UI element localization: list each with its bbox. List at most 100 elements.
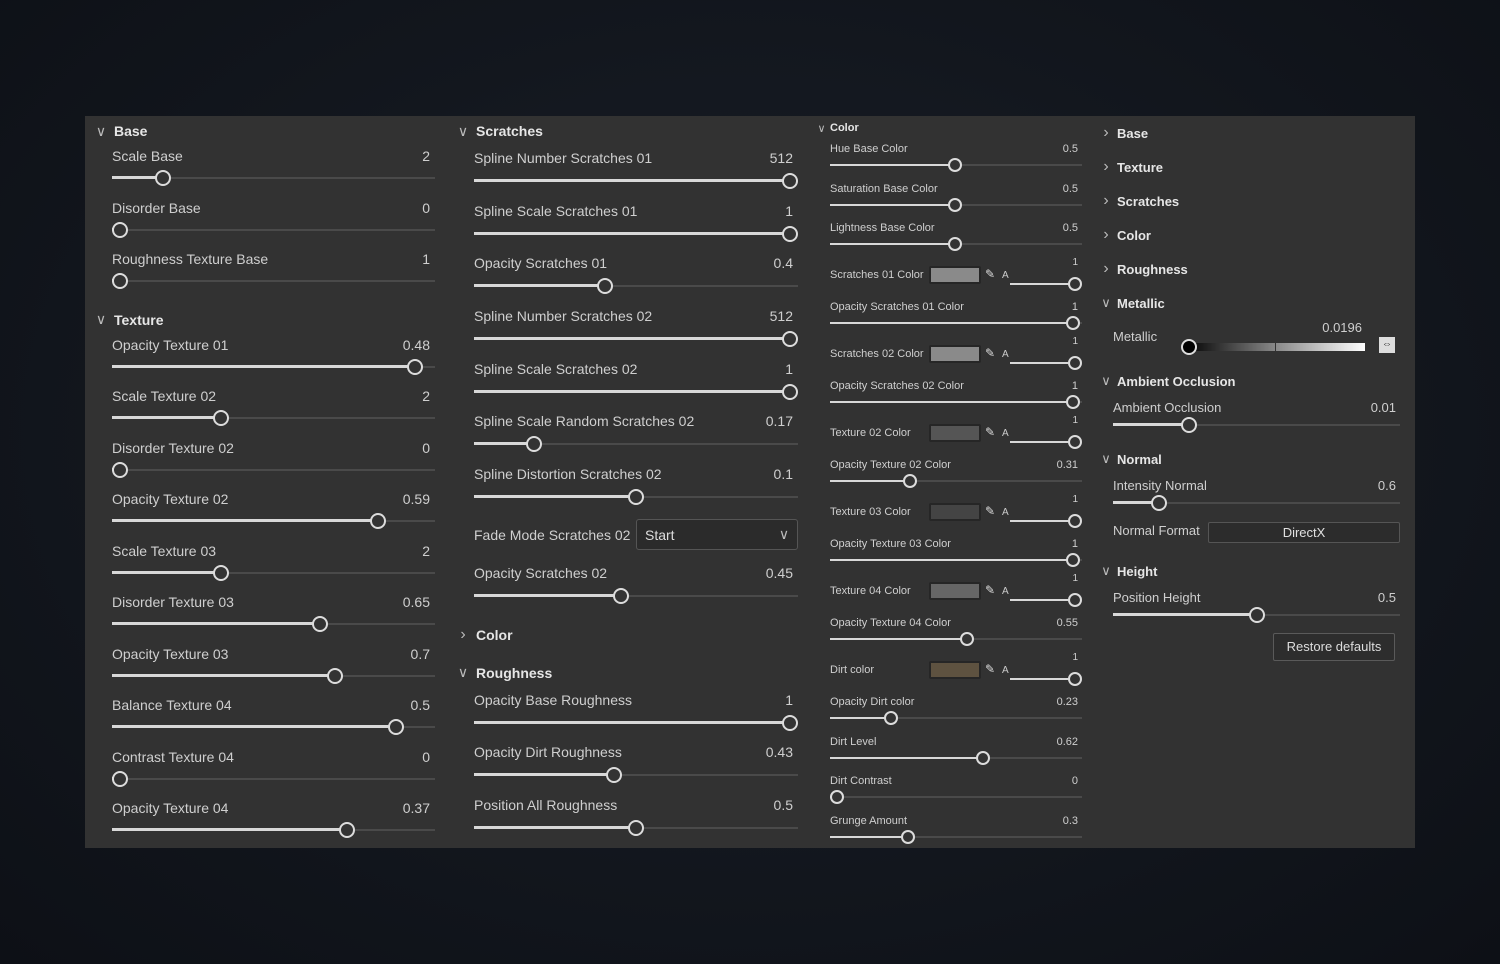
- slider-thumb[interactable]: [388, 719, 405, 735]
- chevron-down-icon[interactable]: ∨: [1099, 295, 1113, 311]
- eyedropper-icon[interactable]: ✎: [985, 346, 995, 360]
- scale-texture-03-slider[interactable]: [112, 564, 435, 581]
- eyedropper-icon[interactable]: ✎: [985, 583, 995, 597]
- slider-thumb[interactable]: [1068, 355, 1082, 370]
- opacity-texture-04-slider[interactable]: [112, 822, 435, 838]
- slider-thumb[interactable]: [1248, 607, 1265, 623]
- scratches-01-color-alpha-slider[interactable]: [1010, 276, 1082, 292]
- texture-02-color-swatch[interactable]: [929, 423, 981, 442]
- opacity-dirt-color-slider[interactable]: [830, 710, 1082, 726]
- slider-thumb[interactable]: [612, 587, 629, 604]
- scratches-02-color-alpha-slider[interactable]: [1010, 355, 1082, 371]
- chevron-down-icon[interactable]: ∨: [456, 123, 470, 140]
- slider-thumb[interactable]: [112, 273, 128, 289]
- lightness-base-color-slider[interactable]: [830, 236, 1082, 252]
- slider-thumb[interactable]: [903, 474, 918, 488]
- disorder-texture-03-slider[interactable]: [112, 616, 435, 632]
- slider-thumb[interactable]: [369, 513, 386, 529]
- contrast-texture-04-slider[interactable]: [112, 770, 435, 787]
- slider-thumb[interactable]: [112, 770, 128, 787]
- balance-texture-04-slider[interactable]: [112, 719, 435, 735]
- slider-thumb[interactable]: [628, 819, 644, 836]
- chevron-down-icon[interactable]: ∨: [94, 123, 108, 140]
- slider-thumb[interactable]: [782, 331, 798, 348]
- section-header-scratches[interactable]: › Scratches: [1097, 184, 1405, 218]
- section-header-ambient-occlusion[interactable]: ∨ Ambient Occlusion: [1097, 365, 1405, 397]
- chevron-down-icon[interactable]: ∨: [1099, 451, 1113, 467]
- texture-02-color-alpha-slider[interactable]: [1010, 434, 1082, 450]
- eyedropper-icon[interactable]: ✎: [985, 504, 995, 518]
- slider-thumb[interactable]: [1066, 553, 1080, 567]
- position-height-slider[interactable]: [1113, 607, 1400, 623]
- slider-thumb[interactable]: [948, 197, 962, 212]
- slider-thumb[interactable]: [406, 358, 423, 375]
- slider-thumb[interactable]: [948, 237, 962, 251]
- slider-thumb[interactable]: [326, 667, 343, 684]
- disorder-texture-02-slider[interactable]: [112, 461, 435, 478]
- texture-04-color-swatch[interactable]: [929, 581, 981, 600]
- slider-thumb[interactable]: [1066, 316, 1080, 330]
- chevron-down-icon[interactable]: ∨: [1099, 563, 1113, 579]
- section-header-height[interactable]: ∨ Height: [1097, 555, 1405, 587]
- scale-texture-02-slider[interactable]: [112, 410, 435, 426]
- texture-03-color-swatch[interactable]: [929, 502, 981, 521]
- swap-arrows-icon[interactable]: ⇔: [1379, 337, 1395, 353]
- slider-thumb[interactable]: [1180, 339, 1197, 355]
- slider-thumb[interactable]: [213, 410, 230, 426]
- slider-thumb[interactable]: [782, 714, 798, 731]
- opacity-texture-03-slider[interactable]: [112, 667, 435, 684]
- section-header-texture[interactable]: ∨ Texture: [93, 305, 438, 335]
- disorder-base-slider[interactable]: [112, 221, 435, 238]
- slider-thumb[interactable]: [628, 489, 644, 506]
- spline-distortion-scratches-02-slider[interactable]: [474, 489, 798, 506]
- section-header-color[interactable]: › Color: [1097, 218, 1405, 252]
- section-header-color[interactable]: ∨ Color: [815, 116, 1085, 140]
- eyedropper-icon[interactable]: ✎: [985, 662, 995, 676]
- opacity-texture-02-slider[interactable]: [112, 513, 435, 529]
- slider-thumb[interactable]: [948, 158, 962, 172]
- section-header-roughness[interactable]: › Roughness: [1097, 252, 1405, 286]
- slider-thumb[interactable]: [154, 170, 171, 186]
- chevron-down-icon[interactable]: ∨: [94, 311, 108, 328]
- slider-thumb[interactable]: [112, 221, 128, 238]
- slider-thumb[interactable]: [1068, 592, 1082, 607]
- position-all-roughness-slider[interactable]: [474, 819, 798, 836]
- chevron-right-icon[interactable]: ›: [1099, 158, 1113, 176]
- dirt-contrast-slider[interactable]: [830, 789, 1082, 805]
- chevron-down-icon[interactable]: ∨: [1099, 373, 1113, 389]
- dirt-color-swatch[interactable]: [929, 660, 981, 679]
- slider-thumb[interactable]: [339, 822, 356, 838]
- restore-defaults-button[interactable]: Restore defaults: [1273, 633, 1395, 661]
- slider-thumb[interactable]: [311, 616, 328, 632]
- slider-thumb[interactable]: [1068, 434, 1082, 449]
- slider-thumb[interactable]: [976, 750, 991, 765]
- texture-04-color-alpha-slider[interactable]: [1010, 592, 1082, 608]
- fade-mode-scratches-02-dropdown[interactable]: Start ∨: [636, 518, 798, 550]
- slider-thumb[interactable]: [900, 829, 915, 844]
- scale-base-slider[interactable]: [112, 170, 435, 186]
- slider-thumb[interactable]: [213, 564, 230, 581]
- grunge-amount-slider[interactable]: [830, 829, 1082, 845]
- ambient-occlusion-slider[interactable]: [1113, 417, 1400, 433]
- eyedropper-icon[interactable]: ✎: [985, 425, 995, 439]
- chevron-right-icon[interactable]: ›: [1099, 260, 1113, 278]
- section-header-normal[interactable]: ∨ Normal: [1097, 443, 1405, 475]
- saturation-base-color-slider[interactable]: [830, 197, 1082, 213]
- scratches-02-color-swatch[interactable]: [929, 344, 981, 363]
- section-header-scratches[interactable]: ∨ Scratches: [455, 116, 800, 146]
- slider-thumb[interactable]: [1066, 395, 1080, 409]
- slider-thumb[interactable]: [1150, 495, 1167, 511]
- slider-thumb[interactable]: [782, 173, 798, 189]
- slider-thumb[interactable]: [1068, 671, 1082, 686]
- dirt-color-alpha-slider[interactable]: [1010, 671, 1082, 687]
- spline-scale-scratches-02-slider[interactable]: [474, 383, 798, 400]
- section-header-base[interactable]: ∨ Base: [93, 116, 438, 146]
- opacity-texture-04-color-slider[interactable]: [830, 631, 1082, 647]
- opacity-texture-02-color-slider[interactable]: [830, 473, 1082, 489]
- section-header-color[interactable]: › Color: [455, 620, 800, 650]
- slider-thumb[interactable]: [782, 383, 798, 400]
- spline-scale-scratches-01-slider[interactable]: [474, 225, 798, 242]
- chevron-right-icon[interactable]: ›: [1099, 192, 1113, 210]
- eyedropper-icon[interactable]: ✎: [985, 267, 995, 281]
- roughness-texture-base-slider[interactable]: [112, 273, 435, 289]
